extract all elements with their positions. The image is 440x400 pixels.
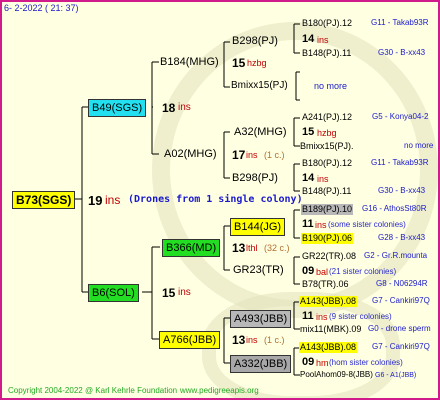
g4-0-bot[interactable]: B148(PJ).11 — [302, 49, 351, 58]
g3-node-bmixx15[interactable]: Bmixx15(PJ) — [231, 81, 288, 91]
g4-5-mid-extra: (9 sister colonies) — [329, 312, 392, 321]
root-node[interactable]: B73(SGS) — [12, 191, 76, 209]
g4-0-bot-ancestor: G30 - B-xx43 — [378, 48, 426, 57]
g4-3-mid-ins: ins — [315, 220, 327, 230]
g2-a766-gen: 13 — [232, 333, 246, 347]
g4-6-bot[interactable]: PoolAhom09-8(JBB) — [300, 371, 373, 379]
g4-5-mid-ins: ins — [316, 312, 328, 322]
g2-a02-ins: ins — [246, 150, 258, 160]
g4-5-bot-ancestor: G0 - drone sperm — [368, 324, 431, 333]
g4-4-bot[interactable]: B78(TR).06 — [302, 280, 349, 289]
g1-b6-ins: ins — [178, 287, 191, 298]
header-date: 6- 2-2022 ( 21: 37) — [4, 3, 79, 13]
g4-0-top-ancestor: G11 - Takab93R — [371, 18, 429, 27]
g2-b184-gen: 15 — [232, 56, 246, 70]
g1-node-b6[interactable]: B6(SOL) — [88, 284, 139, 302]
g4-2-top-ancestor: G11 - Takab93R — [371, 158, 429, 167]
g4-1-mid: 15 — [302, 126, 315, 138]
g3-bmixx15-note: no more — [314, 81, 348, 91]
g1-b49-gen: 18 — [162, 101, 176, 115]
g2-b366-extra: (32 c.) — [264, 243, 290, 253]
g4-6-top-ancestor: G7 - Cankiri97Q — [372, 342, 430, 351]
g4-3-mid-extra: (some sister colonies) — [328, 220, 406, 229]
g4-6-bot-ancestor: G6 - A1(JBB) — [375, 372, 417, 379]
g4-0-mid: 14 — [302, 33, 315, 45]
g2-a766-extra: (1 c.) — [264, 335, 285, 345]
g4-4-mid-extra: (21 sister colonies) — [329, 267, 397, 276]
g2-b366-ins: lthl — [246, 243, 258, 253]
g4-3-bot-ancestor: G28 - B-xx43 — [378, 233, 426, 242]
root-note: (Drones from 1 single colony) — [128, 194, 303, 205]
g4-2-bot[interactable]: B148(PJ).11 — [302, 187, 351, 196]
g4-1-bot-ancestor: no more — [404, 141, 434, 150]
g4-5-bot[interactable]: mix11(MBK).09 — [300, 325, 361, 334]
g4-1-top-ancestor: G5 - Konya04-2 — [372, 112, 429, 121]
g4-6-mid: 09 — [302, 356, 315, 368]
g4-2-top[interactable]: B180(PJ).12 — [302, 159, 352, 168]
g2-node-b366[interactable]: B366(MD) — [162, 239, 221, 257]
g2-a02-extra: (1 c.) — [264, 150, 285, 160]
g1-node-b49[interactable]: B49(SGS) — [88, 99, 147, 117]
g4-4-top[interactable]: GR22(TR).08 — [302, 252, 356, 261]
g4-3-mid: 11 — [302, 218, 314, 230]
g3-node-a332[interactable]: A332(JBB) — [230, 355, 292, 373]
root-gen: 19 — [88, 193, 103, 208]
g4-1-bot[interactable]: Bmixx15(PJ). — [300, 142, 354, 151]
g2-node-a02[interactable]: A02(MHG) — [164, 149, 217, 160]
g4-4-bot-ancestor: G8 - N06294R — [376, 279, 428, 288]
g2-node-a766[interactable]: A766(JBB) — [159, 331, 221, 349]
g4-3-bot[interactable]: B190(PJ).06 — [301, 233, 354, 244]
g2-a766-ins: ins — [246, 335, 258, 345]
footer-site-link[interactable]: www.pedigreeapis.org — [180, 387, 259, 395]
g4-2-mid: 14 — [302, 172, 315, 184]
g3-node-gr23[interactable]: GR23(TR) — [233, 265, 284, 276]
footer-copyright: Copyright 2004-2022 @ Karl Kehrle Founda… — [8, 386, 178, 395]
g2-b184-ins: hzbg — [247, 58, 267, 68]
g3-node-b298b[interactable]: B298(PJ) — [232, 173, 278, 184]
g4-0-mid-ins: ins — [317, 35, 329, 45]
g2-node-b184[interactable]: B184(MHG) — [160, 57, 219, 68]
g4-6-mid-ins: hm — [316, 358, 329, 368]
g2-b366-gen: 13 — [232, 241, 246, 255]
g4-1-mid-ins: hzbg — [317, 128, 337, 138]
g4-2-mid-ins: ins — [317, 174, 329, 184]
g3-node-b298[interactable]: B298(PJ) — [232, 36, 278, 47]
g4-3-top[interactable]: B189(PJ).10 — [301, 204, 354, 215]
g4-6-mid-extra: (hom sister colonies) — [329, 358, 403, 367]
g4-1-top[interactable]: A241(PJ).12 — [302, 113, 352, 122]
g4-4-mid-ins: bal — [316, 267, 329, 277]
g4-5-top[interactable]: A143(JBB).08 — [299, 296, 358, 307]
g4-4-top-ancestor: G2 - Gr.R.mounta — [364, 251, 428, 260]
g1-b49-ins: ins — [178, 102, 191, 113]
g3-node-b144[interactable]: B144(JG) — [230, 218, 286, 236]
pedigree-frame: 6- 2-2022 ( 21: 37) B73(SGS) 19 ins (Dro… — [0, 0, 440, 400]
g4-4-mid: 09 — [302, 265, 315, 277]
root-ins: ins — [105, 193, 121, 207]
g4-2-bot-ancestor: G30 - B-xx43 — [378, 186, 426, 195]
g4-5-mid: 11 — [302, 310, 314, 322]
g3-node-a32[interactable]: A32(MHG) — [234, 127, 287, 138]
g4-0-top[interactable]: B180(PJ).12 — [302, 19, 352, 28]
g3-node-a493[interactable]: A493(JBB) — [230, 310, 292, 328]
g4-3-top-ancestor: G16 - AthosSt80R — [362, 204, 427, 213]
g4-6-top[interactable]: A143(JBB).08 — [299, 342, 358, 353]
g1-b6-gen: 15 — [162, 286, 176, 300]
g2-a02-gen: 17 — [232, 148, 246, 162]
g4-5-top-ancestor: G7 - Cankiri97Q — [372, 296, 430, 305]
